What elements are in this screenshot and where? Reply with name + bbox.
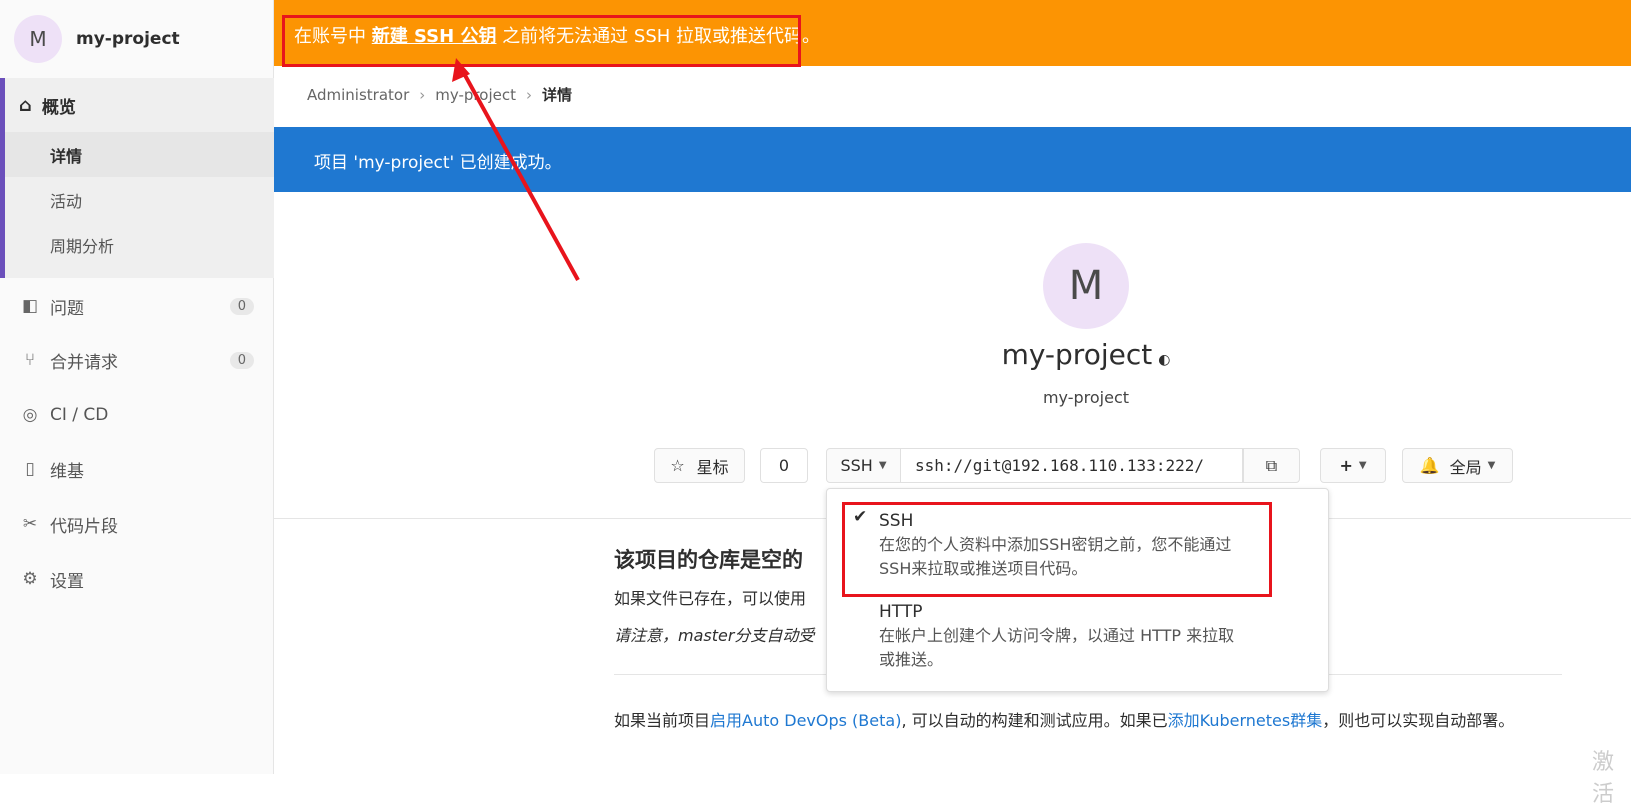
sidebar-item-label: 概览 [41,97,76,118]
sidebar-item-merge-requests[interactable]: ⑂ 合并请求 0 [0,333,274,387]
sidebar-item-label: 代码片段 [50,516,118,537]
auto-devops-text: 如果当前项目启用Auto DevOps (Beta), 可以自动的构建和测试应用… [614,708,1534,734]
merge-request-icon: ⑂ [24,350,36,370]
star-icon: ☆ [670,456,685,475]
notification-label: 全局 [1449,457,1482,477]
sidebar-project-name[interactable]: my-project [76,29,180,49]
add-kubernetes-link[interactable]: 添加Kubernetes群集 [1168,711,1323,730]
clone-protocol-dropdown[interactable]: SSH ▼ [826,448,901,483]
sidebar-item-settings[interactable]: ⚙ 设置 [0,552,274,606]
annotation-highlight-box [282,15,801,67]
sidebar: M my-project ⌂ 概览 详情 活动 周期分析 ◧ 问题 0 ⑂ 合并… [0,0,274,774]
chevron-right-icon: › [525,85,532,104]
project-avatar: M [14,15,62,63]
breadcrumb-admin[interactable]: Administrator [307,86,409,104]
issues-icon: ◧ [21,296,39,316]
chevron-down-icon: ▼ [1358,460,1367,471]
sidebar-item-label: CI / CD [50,405,109,425]
sidebar-subitem-details[interactable]: 详情 [5,132,274,177]
home-icon: ⌂ [19,94,32,116]
globe-icon: ◐ [1158,352,1171,368]
menu-item-http-desc: 在帐户上创建个人访问令牌，以通过 HTTP 来拉取 [879,626,1235,645]
sidebar-item-issues[interactable]: ◧ 问题 0 [0,279,274,333]
sidebar-item-label: 维基 [50,461,84,482]
sidebar-item-wiki[interactable]: ▯ 维基 [0,442,274,496]
sidebar-item-ci-cd[interactable]: ◎ CI / CD [0,388,274,442]
protocol-label: SSH [840,456,873,475]
breadcrumb-project[interactable]: my-project [435,86,516,104]
sidebar-item-overview[interactable]: ⌂ 概览 [5,78,274,132]
project-title-text: my-project [1001,338,1153,371]
sidebar-subitem-cycle-analytics[interactable]: 周期分析 [5,222,274,267]
gear-icon: ⚙ [22,569,38,589]
annotation-highlight-box [842,502,1272,597]
scissors-icon: ✂ [22,514,38,534]
star-label: 星标 [696,457,729,477]
devops-text-mid: , 可以自动的构建和测试应用。如果已 [901,711,1168,730]
new-item-dropdown[interactable]: + ▼ [1320,448,1386,483]
sidebar-item-label: 问题 [50,298,84,319]
chevron-down-icon: ▼ [878,460,887,471]
star-button[interactable]: ☆ 星标 [654,448,745,483]
devops-text-post: ，则也可以实现自动部署。 [1322,711,1515,730]
project-avatar-large: M [1043,243,1129,329]
watermark-text: 激活 [1592,750,1615,807]
breadcrumb: Administrator › my-project › 详情 [307,84,572,105]
plus-icon: + [1339,456,1353,475]
chevron-right-icon: › [419,85,426,104]
sidebar-subitem-activity[interactable]: 活动 [5,177,274,222]
rocket-icon: ◎ [22,405,38,425]
breadcrumb-current: 详情 [541,86,572,104]
menu-item-http-desc-2: 或推送。 [879,650,944,669]
merge-requests-count-badge: 0 [229,351,254,369]
success-flash: 项目 'my-project' 已创建成功。 [274,127,1631,192]
star-count[interactable]: 0 [760,448,808,483]
clipboard-icon: ⧉ [1265,455,1278,475]
clone-url-input[interactable]: ssh://git@192.168.110.133:222/ [900,448,1243,483]
enable-auto-devops-link[interactable]: 启用Auto DevOps (Beta) [710,711,901,730]
devops-text-pre: 如果当前项目 [614,711,711,730]
sidebar-overview-group: ⌂ 概览 详情 活动 周期分析 [0,78,274,278]
project-title: my-project ◐ [974,338,1198,371]
issues-count-badge: 0 [229,297,254,315]
empty-repo-text: 如果文件已存在，可以使用 [614,589,807,608]
notification-dropdown[interactable]: 🔔 全局 ▼ [1402,448,1513,483]
sidebar-project-header[interactable]: M my-project [0,0,274,78]
menu-item-http[interactable]: HTTP 在帐户上创建个人访问令牌，以通过 HTTP 来拉取 或推送。 [879,600,1234,672]
copy-url-button[interactable]: ⧉ [1243,448,1300,483]
empty-repo-heading: 该项目的仓库是空的 [614,548,803,572]
bell-icon: 🔔 [1419,456,1440,475]
sidebar-item-label: 设置 [50,571,84,592]
project-path: my-project [1042,388,1130,407]
sidebar-item-label: 合并请求 [50,352,118,373]
empty-repo-note: 请注意，master分支自动受 [614,626,815,645]
flash-message: 项目 'my-project' 已创建成功。 [314,153,562,173]
book-icon: ▯ [25,459,35,479]
chevron-down-icon: ▼ [1487,460,1496,471]
sidebar-item-snippets[interactable]: ✂ 代码片段 [0,497,274,551]
menu-item-http-title: HTTP [879,602,923,622]
